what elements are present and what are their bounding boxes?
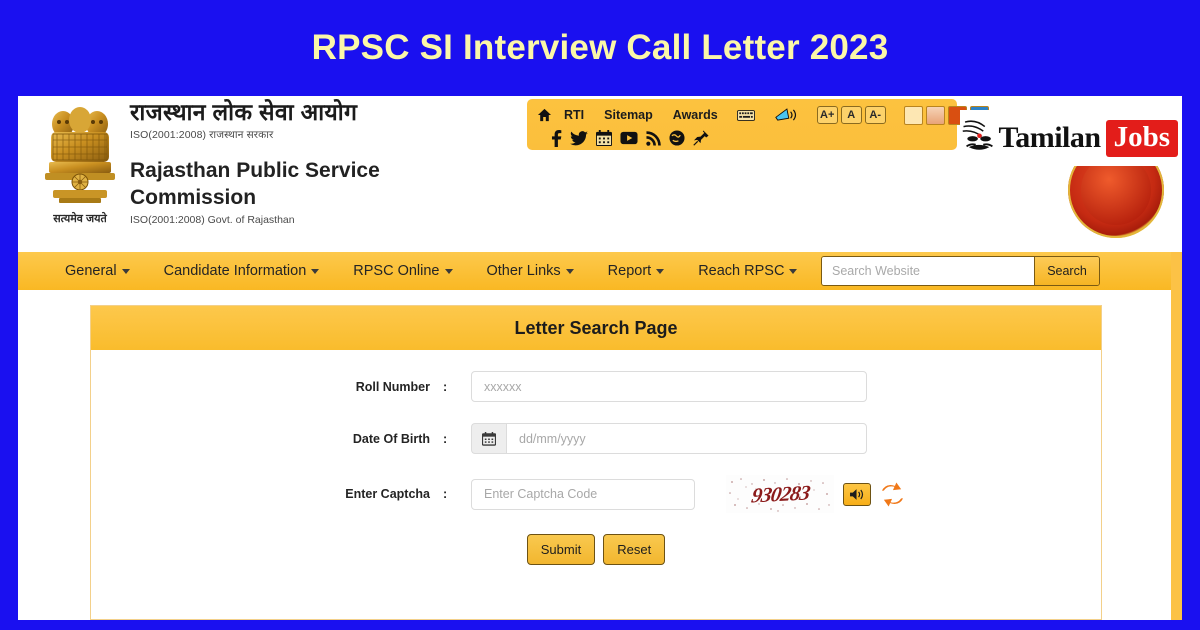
- panel-title: Letter Search Page: [514, 317, 678, 338]
- roll-number-label: Roll Number: [355, 379, 430, 394]
- home-icon[interactable]: [537, 108, 552, 122]
- english-title-line1: Rajasthan Public Service: [130, 159, 380, 183]
- font-size-normal-button[interactable]: A: [840, 106, 862, 124]
- keyboard-icon[interactable]: [736, 109, 755, 121]
- english-subtitle: ISO(2001:2008) Govt. of Rajasthan: [130, 213, 295, 226]
- font-size-controls: A+ A A-: [816, 106, 889, 124]
- captcha-area: 930283: [726, 475, 905, 513]
- panel-body: Roll Number : Date Of Birth :: [91, 350, 1101, 565]
- form-actions: Submit Reset: [91, 534, 1101, 565]
- tamilanjobs-watermark: Tamilan Jobs: [956, 102, 1182, 242]
- chevron-down-icon: [121, 268, 130, 274]
- calendar-icon[interactable]: [596, 130, 612, 146]
- calendar-icon[interactable]: [471, 423, 506, 454]
- tamilanjobs-brand-tamilan: Tamilan: [998, 121, 1101, 154]
- captcha-image: 930283: [726, 475, 834, 513]
- accessibility-toolbar: RTI Sitemap Awards A+ A A-: [527, 99, 989, 150]
- page-banner: RPSC SI Interview Call Letter 2023: [0, 0, 1200, 96]
- nav-label: General: [65, 263, 117, 279]
- theme-swatch-cream[interactable]: [903, 105, 923, 125]
- date-of-birth-colon: :: [443, 431, 448, 446]
- rss-icon[interactable]: [646, 130, 661, 146]
- nav-item-rpsc-online[interactable]: RPSC Online: [336, 263, 469, 279]
- ashoka-emblem-icon: [45, 107, 115, 203]
- twitter-icon[interactable]: [570, 130, 588, 146]
- captcha-label: Enter Captcha: [345, 487, 430, 501]
- search-input[interactable]: [822, 257, 1034, 285]
- english-title: Rajasthan Public Service Commission: [130, 158, 530, 211]
- roll-number-control: [471, 371, 867, 402]
- font-size-decrease-button[interactable]: A-: [864, 106, 886, 124]
- refresh-icon[interactable]: [880, 481, 905, 507]
- search-button[interactable]: Search: [1034, 257, 1099, 285]
- site-titles: राजस्थान लोक सेवा आयोग ISO(2001:2008) रा…: [130, 99, 530, 226]
- nav-label: Candidate Information: [163, 263, 307, 279]
- acc-link-rti[interactable]: RTI: [556, 108, 592, 122]
- nav-label: Other Links: [486, 263, 561, 279]
- tamilanjobs-brand-jobs: Jobs: [1105, 119, 1178, 157]
- tamilan-face-icon: [962, 120, 993, 150]
- chevron-down-icon: [311, 268, 320, 274]
- roll-number-colon: :: [443, 379, 448, 394]
- nav-item-report[interactable]: Report: [591, 263, 682, 279]
- chevron-down-icon: [565, 268, 574, 274]
- emblem-motto: सत्यमेव जयते: [53, 213, 107, 225]
- form-row-captcha: Enter Captcha : Enter Captcha Code 93028…: [91, 475, 1101, 513]
- acc-link-awards[interactable]: Awards: [665, 108, 726, 122]
- screen-reader-icon[interactable]: [774, 108, 798, 122]
- rpsc-website-page: सत्यमेव जयते राजस्थान लोक सेवा आयोग ISO(…: [18, 96, 1182, 620]
- pin-icon[interactable]: [693, 130, 709, 146]
- english-title-line2: Commission: [130, 185, 257, 209]
- date-of-birth-control: [471, 423, 867, 454]
- site-search: Search: [821, 256, 1100, 286]
- nav-item-reach-rpsc[interactable]: Reach RPSC: [681, 263, 814, 279]
- captcha-colon: :: [443, 487, 448, 501]
- nav-label: Report: [607, 263, 652, 279]
- captcha-code-text: 930283: [749, 480, 811, 507]
- speaker-icon[interactable]: [843, 482, 871, 506]
- accessibility-row-primary: RTI Sitemap Awards A+ A A-: [537, 103, 989, 127]
- nav-item-other-links[interactable]: Other Links: [470, 263, 591, 279]
- captcha-control: [471, 478, 695, 510]
- accessibility-row-social: [537, 127, 949, 149]
- letter-search-panel: Letter Search Page Roll Number : Date Of…: [90, 305, 1102, 620]
- panel-header: Letter Search Page: [91, 306, 1101, 350]
- submit-button[interactable]: Submit: [526, 534, 596, 565]
- page-title: RPSC SI Interview Call Letter 2023: [311, 28, 889, 67]
- date-of-birth-input[interactable]: [506, 423, 867, 454]
- reset-button[interactable]: Reset: [603, 534, 666, 565]
- hindi-title: राजस्थान लोक सेवा आयोग: [130, 99, 358, 125]
- globe-icon[interactable]: [669, 130, 685, 146]
- roll-number-input[interactable]: [471, 371, 867, 402]
- tamilanjobs-logo: Tamilan Jobs: [960, 110, 1178, 166]
- chevron-down-icon: [789, 268, 798, 274]
- font-size-increase-button[interactable]: A+: [816, 106, 838, 124]
- date-of-birth-label: Date Of Birth: [352, 431, 430, 446]
- captcha-input[interactable]: [471, 478, 695, 510]
- chevron-down-icon: [656, 268, 665, 274]
- nav-label: RPSC Online: [353, 263, 440, 279]
- hindi-subtitle: ISO(2001:2008) राजस्थान सरकार: [130, 129, 274, 142]
- facebook-icon[interactable]: [551, 129, 562, 147]
- nav-item-general[interactable]: General: [48, 263, 147, 279]
- main-navigation: General Candidate Information RPSC Onlin…: [18, 252, 1171, 290]
- form-row-date-of-birth: Date Of Birth :: [91, 423, 1101, 454]
- acc-link-sitemap[interactable]: Sitemap: [596, 108, 661, 122]
- theme-swatch-peach[interactable]: [925, 105, 945, 125]
- youtube-icon[interactable]: [620, 131, 638, 145]
- nav-label: Reach RPSC: [698, 263, 785, 279]
- national-emblem-block: सत्यमेव जयते: [34, 102, 126, 240]
- site-header: सत्यमेव जयते राजस्थान लोक सेवा आयोग ISO(…: [18, 96, 1182, 252]
- screenshot-frame: सत्यमेव जयते राजस्थान लोक सेवा आयोग ISO(…: [0, 96, 1200, 630]
- chevron-down-icon: [444, 268, 453, 274]
- nav-item-candidate-information[interactable]: Candidate Information: [147, 263, 337, 279]
- form-row-roll-number: Roll Number :: [91, 371, 1101, 402]
